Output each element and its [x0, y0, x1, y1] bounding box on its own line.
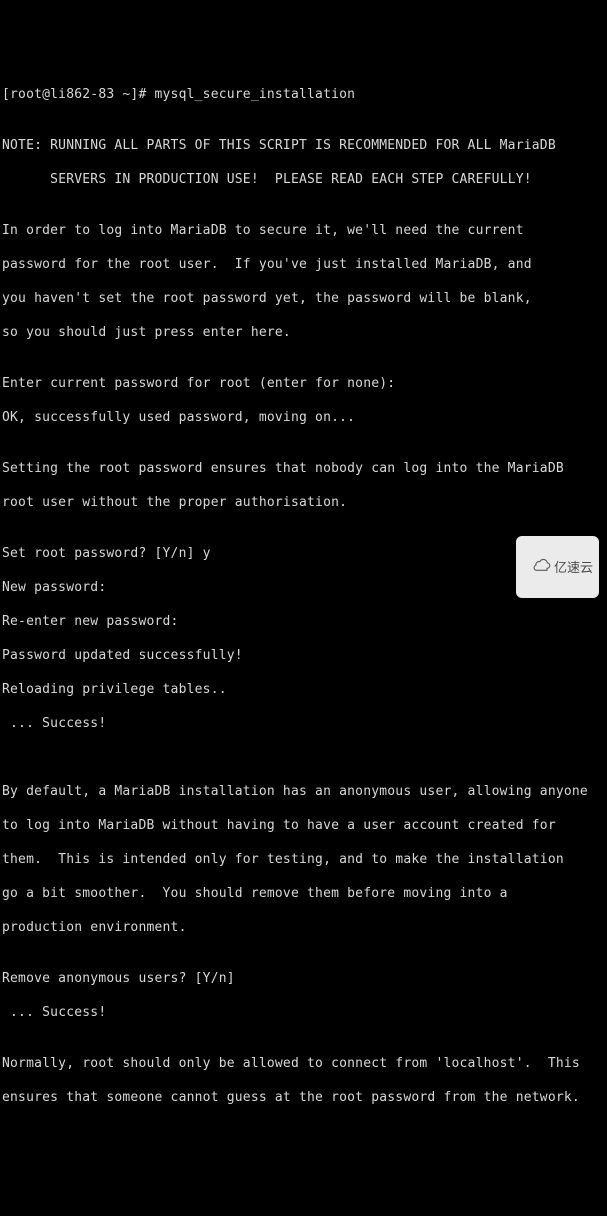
anon-line: to log into MariaDB without having to ha… — [2, 817, 605, 834]
terminal-output[interactable]: [root@li862-83 ~]# mysql_secure_installa… — [2, 69, 605, 1123]
intro-line: In order to log into MariaDB to secure i… — [2, 222, 605, 239]
prompt-line: [root@li862-83 ~]# mysql_secure_installa… — [2, 86, 605, 103]
watermark-badge: 亿速云 — [516, 536, 599, 598]
info-line: root user without the proper authorisati… — [2, 494, 605, 511]
localhost-line: Normally, root should only be allowed to… — [2, 1055, 605, 1072]
note-line: SERVERS IN PRODUCTION USE! PLEASE READ E… — [2, 171, 605, 188]
anon-line: go a bit smoother. You should remove the… — [2, 885, 605, 902]
reenter-password-prompt: Re-enter new password: — [2, 613, 605, 630]
new-password-prompt: New password: — [2, 579, 605, 596]
intro-line: password for the root user. If you've ju… — [2, 256, 605, 273]
cloud-icon — [518, 539, 552, 595]
success-line: ... Success! — [2, 1004, 605, 1021]
ok-line: OK, successfully used password, moving o… — [2, 409, 605, 426]
success-line: ... Success! — [2, 715, 605, 732]
pw-updated-line: Password updated successfully! — [2, 647, 605, 664]
anon-line: By default, a MariaDB installation has a… — [2, 783, 605, 800]
intro-line: you haven't set the root password yet, t… — [2, 290, 605, 307]
anon-line: production environment. — [2, 919, 605, 936]
reload-priv-line: Reloading privilege tables.. — [2, 681, 605, 698]
note-line: NOTE: RUNNING ALL PARTS OF THIS SCRIPT I… — [2, 137, 605, 154]
anon-line: them. This is intended only for testing,… — [2, 851, 605, 868]
intro-line: so you should just press enter here. — [2, 324, 605, 341]
watermark-text: 亿速云 — [554, 559, 593, 576]
localhost-line: ensures that someone cannot guess at the… — [2, 1089, 605, 1106]
password-prompt: Enter current password for root (enter f… — [2, 375, 605, 392]
info-line: Setting the root password ensures that n… — [2, 460, 605, 477]
remove-anon-prompt: Remove anonymous users? [Y/n] — [2, 970, 605, 987]
set-root-prompt: Set root password? [Y/n] y — [2, 545, 605, 562]
